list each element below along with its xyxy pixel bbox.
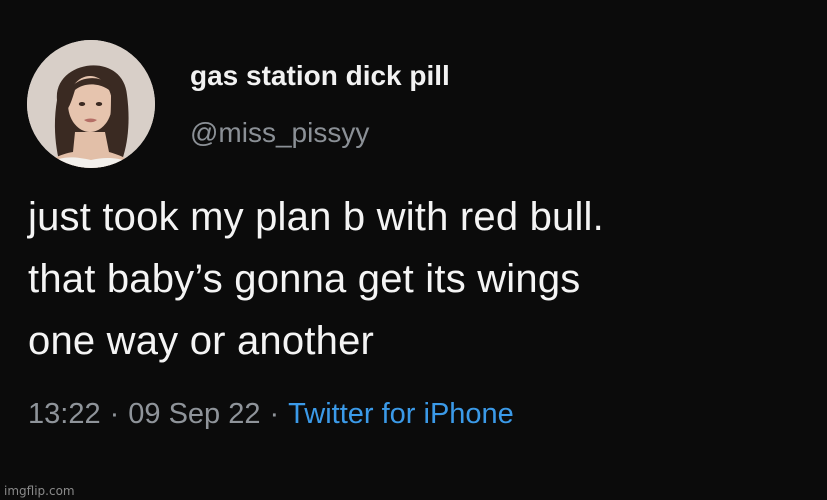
- tweet-source-link[interactable]: Twitter for iPhone: [288, 398, 514, 430]
- tweet-meta: 13:22 · 09 Sep 22 · Twitter for iPhone: [28, 398, 514, 431]
- tweet-time[interactable]: 13:22: [28, 398, 101, 430]
- tweet-card: gas station dick pill @miss_pissyy just …: [0, 0, 827, 500]
- tweet-text-line: just took my plan b with red bull.: [28, 195, 604, 239]
- tweet-text-line: that baby’s gonna get its wings: [28, 257, 581, 301]
- tweet-date[interactable]: 09 Sep 22: [128, 398, 260, 430]
- display-name[interactable]: gas station dick pill: [190, 60, 450, 92]
- avatar[interactable]: [27, 40, 155, 168]
- profile-photo-icon: [27, 40, 155, 168]
- separator-dot: ·: [269, 398, 280, 430]
- user-handle[interactable]: @miss_pissyy: [190, 117, 369, 149]
- watermark: imgflip.com: [4, 484, 75, 498]
- tweet-text: just took my plan b with red bull. that …: [28, 186, 818, 372]
- separator-dot: ·: [109, 398, 120, 430]
- tweet-text-line: one way or another: [28, 319, 375, 363]
